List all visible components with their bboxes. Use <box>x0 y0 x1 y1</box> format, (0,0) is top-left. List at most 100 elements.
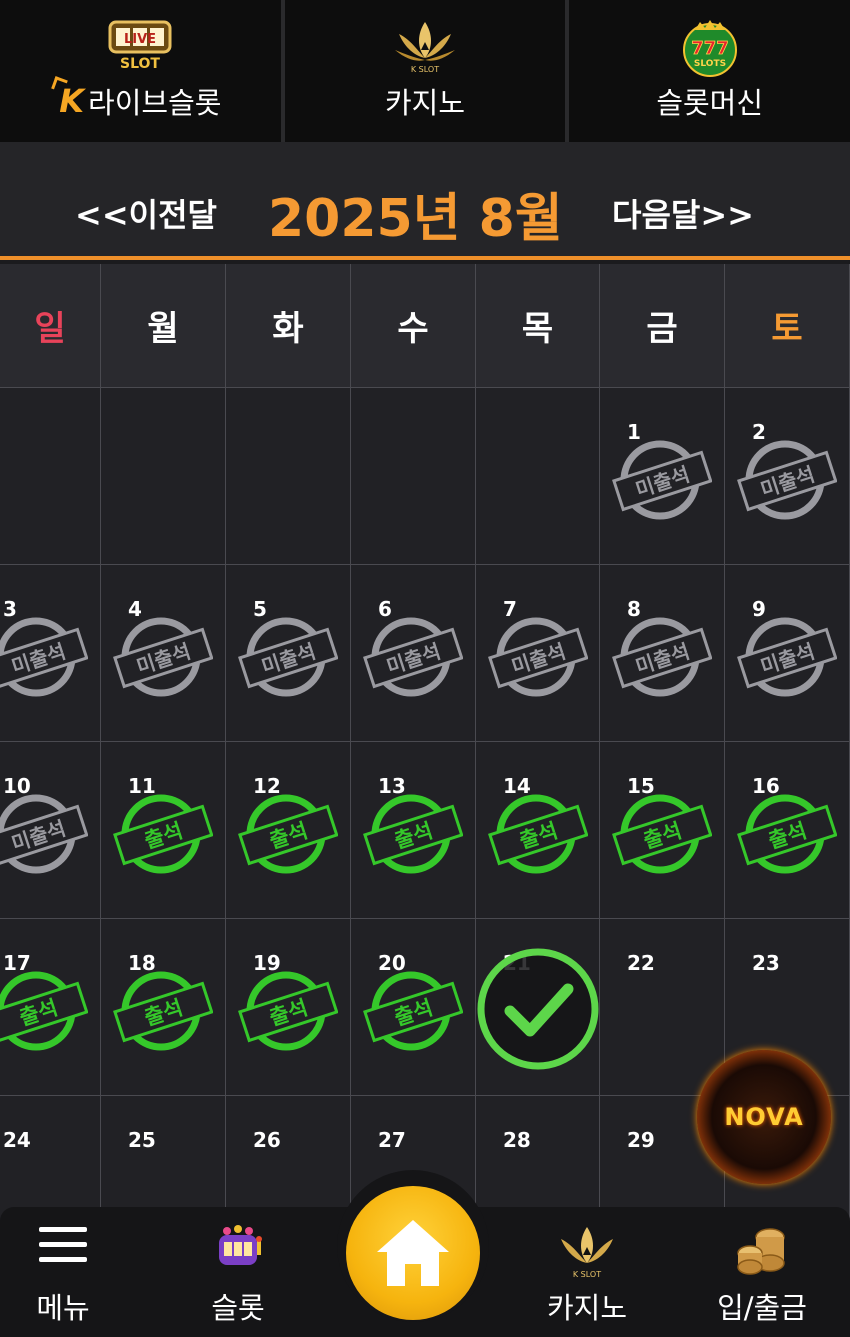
day-number: 29 <box>627 1128 655 1152</box>
casino-button[interactable]: K SLOT 카지노 <box>517 1207 657 1337</box>
svg-text:K SLOT: K SLOT <box>573 1270 601 1279</box>
home-button[interactable] <box>346 1186 480 1320</box>
day-number: 27 <box>378 1128 406 1152</box>
calendar-day-cell[interactable]: 6 미출석 <box>351 565 476 742</box>
absent-stamp-icon: 미출석 <box>612 617 712 697</box>
calendar-day-cell[interactable]: 16 출석 <box>725 742 850 919</box>
kslot-lotus-icon: K SLOT <box>395 22 455 74</box>
deposit-label: 입/출금 <box>717 1291 807 1325</box>
present-stamp-icon: 출석 <box>737 794 837 874</box>
empty-calendar-cell <box>0 388 101 565</box>
day-number: 24 <box>3 1128 31 1152</box>
day-number: 25 <box>128 1128 156 1152</box>
weekday-label: 금 <box>646 309 678 349</box>
calendar-day-cell[interactable]: 20 출석 <box>351 919 476 1096</box>
home-icon <box>377 1220 449 1286</box>
calendar-day-cell[interactable]: 1 미출석 <box>600 388 725 565</box>
calendar-day-cell[interactable]: 17 출석 <box>0 919 101 1096</box>
present-stamp-icon: 출석 <box>238 971 338 1051</box>
tab-live-slot[interactable]: LIVE SLOT K 라이브슬롯 <box>0 0 281 142</box>
present-stamp-icon: 출석 <box>113 971 213 1051</box>
weekday-label: 목 <box>521 309 554 349</box>
weekday-header: 화 <box>226 264 351 388</box>
svg-text:777: 777 <box>691 38 729 59</box>
svg-text:LIVE: LIVE <box>124 32 156 47</box>
weekday-label: 토 <box>771 309 803 349</box>
calendar-day-cell[interactable]: 18 출석 <box>101 919 226 1096</box>
calendar-day-cell[interactable]: 19 출석 <box>226 919 351 1096</box>
calendar-day-cell[interactable]: 9 미출석 <box>725 565 850 742</box>
svg-text:SLOTS: SLOTS <box>694 59 726 69</box>
prev-month-button[interactable]: <<이전달 <box>75 190 217 236</box>
absent-stamp-icon: 미출석 <box>113 617 213 697</box>
calendar-day-cell[interactable]: 14 출석 <box>476 742 600 919</box>
weekday-header: 일 <box>0 264 101 388</box>
absent-stamp-icon: 미출석 <box>612 440 712 520</box>
777-slots-icon: 777 SLOTS <box>682 20 737 77</box>
weekday-header: 금 <box>600 264 725 388</box>
calendar-day-cell[interactable]: 21 <box>476 919 600 1096</box>
month-title: 2025년 8월 <box>268 189 563 249</box>
nova-floating-button[interactable]: NOVA <box>697 1050 831 1184</box>
empty-calendar-cell <box>101 388 226 565</box>
calendar-day-cell[interactable]: 11 출석 <box>101 742 226 919</box>
day-number: 26 <box>253 1128 281 1152</box>
slot-label: 슬롯 <box>211 1291 265 1325</box>
menu-button[interactable]: 메뉴 <box>0 1207 133 1337</box>
top-navigation: LIVE SLOT K 라이브슬롯 K SLOT 카지노 777 SLOTS 슬… <box>0 0 850 142</box>
calendar-day-cell[interactable]: 13 출석 <box>351 742 476 919</box>
tab-slot-machine[interactable]: 777 SLOTS 슬롯머신 <box>565 0 850 142</box>
calendar-day-cell[interactable]: 3 미출석 <box>0 565 101 742</box>
weekday-label: 화 <box>272 309 304 349</box>
svg-text:SLOT: SLOT <box>120 56 160 72</box>
present-stamp-icon: 출석 <box>113 794 213 874</box>
month-navigation: <<이전달 2025년 8월 다음달>> <box>0 142 850 260</box>
day-number: 28 <box>503 1128 531 1152</box>
weekday-label: 월 <box>147 309 179 349</box>
weekday-header: 월 <box>101 264 226 388</box>
calendar-day-cell[interactable]: 15 출석 <box>600 742 725 919</box>
absent-stamp-icon: 미출석 <box>238 617 338 697</box>
day-number: 23 <box>752 951 780 975</box>
live-slot-icon: LIVE SLOT <box>108 20 172 72</box>
weekday-label: 일 <box>34 309 66 349</box>
slot-button[interactable]: 슬롯 <box>168 1207 308 1337</box>
svg-text:K SLOT: K SLOT <box>411 65 439 74</box>
checkmark-icon <box>477 948 599 1070</box>
menu-label: 메뉴 <box>36 1291 90 1325</box>
slot-machine-icon <box>219 1225 262 1265</box>
weekday-header: 토 <box>725 264 850 388</box>
calendar-day-cell[interactable]: 8 미출석 <box>600 565 725 742</box>
calendar-day-cell[interactable]: 5 미출석 <box>226 565 351 742</box>
calendar-day-cell[interactable]: 2 미출석 <box>725 388 850 565</box>
absent-stamp-icon: 미출석 <box>0 617 88 697</box>
coins-icon <box>737 1228 785 1275</box>
kslot-casino-icon: K SLOT <box>561 1227 613 1279</box>
present-stamp-icon: 출석 <box>238 794 338 874</box>
weekday-label: 수 <box>397 309 429 349</box>
tab-live-slot-label: K 라이브슬롯 <box>59 82 222 120</box>
absent-stamp-icon: 미출석 <box>488 617 588 697</box>
present-stamp-icon: 출석 <box>363 971 463 1051</box>
present-stamp-icon: 출석 <box>363 794 463 874</box>
empty-calendar-cell <box>351 388 476 565</box>
present-stamp-icon: 출석 <box>488 794 588 874</box>
hamburger-menu-icon <box>39 1227 87 1262</box>
empty-calendar-cell <box>226 388 351 565</box>
absent-stamp-icon: 미출석 <box>737 440 837 520</box>
absent-stamp-icon: 미출석 <box>363 617 463 697</box>
tab-casino[interactable]: K SLOT 카지노 <box>280 0 566 142</box>
absent-stamp-icon: 미출석 <box>0 794 88 874</box>
casino-label: 카지노 <box>546 1291 628 1325</box>
present-stamp-icon: 출석 <box>612 794 712 874</box>
calendar-day-cell[interactable]: 22 <box>600 919 725 1096</box>
calendar-day-cell[interactable]: 12 출석 <box>226 742 351 919</box>
absent-stamp-icon: 미출석 <box>737 617 837 697</box>
calendar-day-cell[interactable]: 10 미출석 <box>0 742 101 919</box>
day-number: 22 <box>627 951 655 975</box>
calendar-day-cell[interactable]: 7 미출석 <box>476 565 600 742</box>
next-month-button[interactable]: 다음달>> <box>612 190 754 236</box>
calendar-day-cell[interactable]: 4 미출석 <box>101 565 226 742</box>
weekday-header: 수 <box>351 264 476 388</box>
deposit-withdraw-button[interactable]: 입/출금 <box>692 1207 832 1337</box>
